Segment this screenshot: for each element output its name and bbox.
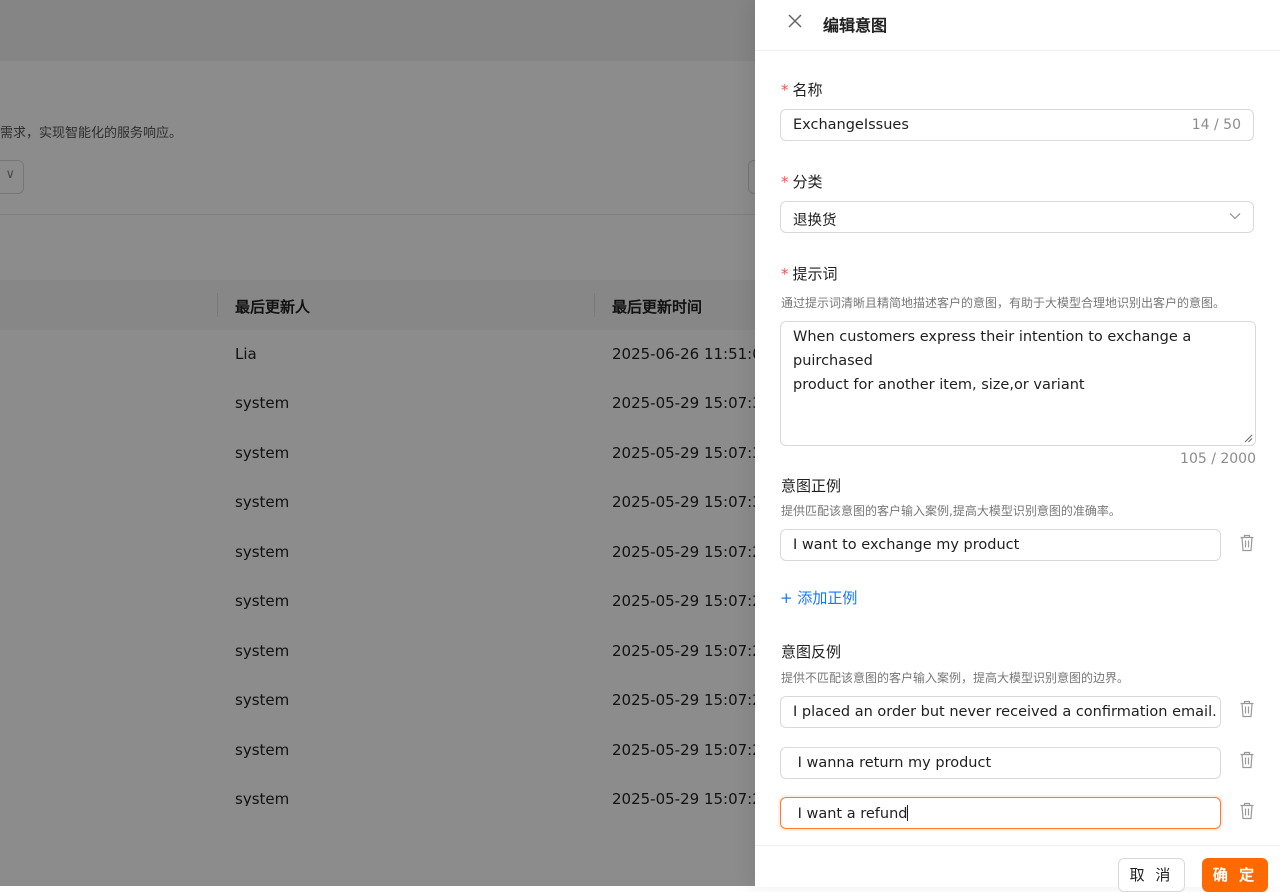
category-label-text: 分类: [792, 173, 823, 191]
drawer-footer: 取 消 确 定: [755, 845, 1280, 892]
required-mark: *: [781, 173, 789, 191]
negative-example-text: I want a refund: [793, 806, 908, 822]
cancel-button[interactable]: 取 消: [1118, 858, 1185, 892]
name-label: * 名称: [781, 79, 823, 100]
negative-example-input[interactable]: I wanna return my product: [780, 747, 1221, 779]
text-caret: [907, 805, 909, 821]
confirm-button[interactable]: 确 定: [1202, 858, 1268, 892]
name-char-count: 14 / 50: [1191, 117, 1241, 133]
name-label-text: 名称: [792, 81, 823, 99]
positive-example-input[interactable]: I want to exchange my product: [780, 529, 1221, 561]
name-input[interactable]: ExchangeIssues 14 / 50: [780, 109, 1254, 141]
required-mark: *: [781, 81, 789, 99]
negative-example-input[interactable]: I want a refund: [780, 797, 1221, 829]
prompt-char-count: 105 / 2000: [1180, 451, 1256, 467]
prompt-line: When customers express their intention t…: [793, 329, 1192, 345]
chevron-down-icon: [1229, 213, 1241, 220]
positive-example-value: I want to exchange my product: [793, 537, 1020, 553]
positive-label: 意图正例: [781, 477, 842, 495]
prompt-hint: 通过提示词清晰且精简地描述客户的意图，有助于大模型合理地识别出客户的意图。: [781, 296, 1226, 310]
negative-example-value: I wanna return my product: [793, 755, 992, 771]
negative-example-value: I placed an order but never received a c…: [793, 704, 1217, 720]
category-value: 退换货: [793, 213, 837, 229]
modal-mask[interactable]: [0, 0, 755, 886]
trash-icon[interactable]: [1239, 751, 1255, 769]
prompt-label-text: 提示词: [792, 265, 838, 283]
add-positive-example-link[interactable]: + 添加正例: [780, 587, 857, 608]
trash-icon[interactable]: [1239, 802, 1255, 820]
negative-example-input[interactable]: I placed an order but never received a c…: [780, 696, 1221, 728]
trash-icon[interactable]: [1239, 700, 1255, 718]
positive-hint: 提供匹配该意图的客户输入案例,提高大模型识别意图的准确率。: [781, 504, 1121, 518]
negative-hint: 提供不匹配该意图的客户输入案例，提高大模型识别意图的边界。: [781, 671, 1130, 685]
drawer-title: 编辑意图: [823, 16, 888, 35]
close-icon[interactable]: [787, 13, 803, 29]
edit-intent-drawer: 编辑意图 * 名称 ExchangeIssues 14 / 50 * 分类 退换货 …: [755, 0, 1280, 892]
negative-example-value: I want a refund: [793, 805, 909, 822]
prompt-line: puirchased: [793, 353, 873, 369]
trash-icon[interactable]: [1239, 534, 1255, 552]
prompt-label: * 提示词: [781, 263, 838, 284]
category-select[interactable]: 退换货: [780, 201, 1254, 233]
required-mark: *: [781, 265, 789, 283]
resize-handle-icon[interactable]: [1244, 434, 1253, 443]
prompt-line: product for another item, size,or varian…: [793, 377, 1085, 393]
prompt-textarea[interactable]: When customers express their intention t…: [780, 321, 1256, 446]
negative-label: 意图反例: [781, 643, 842, 661]
category-label: * 分类: [781, 171, 823, 192]
name-value: ExchangeIssues: [793, 117, 909, 133]
drawer-header: 编辑意图: [755, 0, 1280, 51]
